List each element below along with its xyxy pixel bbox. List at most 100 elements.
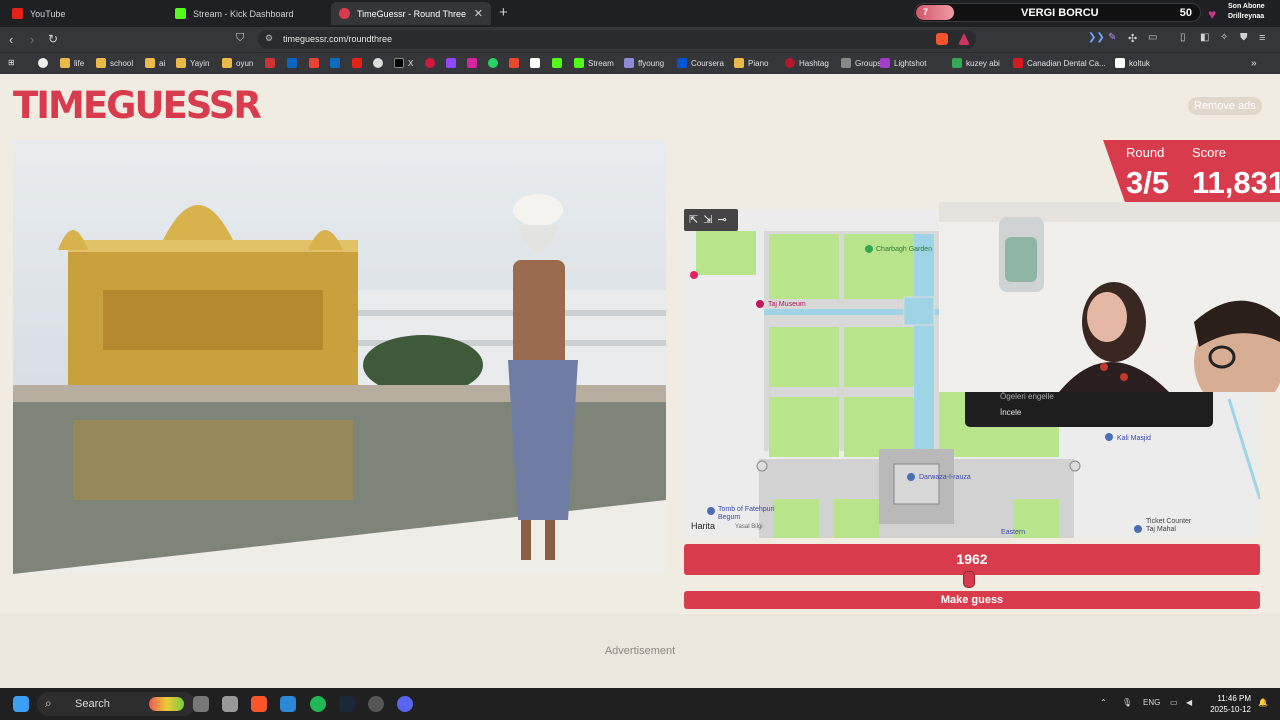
brave-browser-icon[interactable] [251, 696, 267, 712]
tab-youtube[interactable]: YouTube [4, 2, 164, 25]
map-toolbar[interactable]: ⇱ ⇲ ⊸ [684, 209, 738, 231]
bookmark-linkedin[interactable] [287, 58, 297, 68]
context-menu-block-elements[interactable]: Ögeleri engelle [1000, 392, 1054, 401]
bookmark-groups[interactable]: Groups [841, 58, 881, 68]
bookmark-folder-life[interactable]: life [60, 58, 84, 68]
tray-overflow-icon[interactable]: ⌃ [1100, 698, 1107, 707]
bookmark-tumblr[interactable] [509, 58, 519, 68]
steam-icon[interactable] [339, 696, 355, 712]
map-legal-link[interactable]: Yasal Bilgi [735, 524, 763, 530]
expand-map-icon[interactable]: ⇱ [689, 213, 698, 227]
back-icon[interactable]: ‹ [9, 32, 13, 47]
clock-time: 11:46 PM [1217, 694, 1251, 703]
taskbar-clock[interactable]: 11:46 PM 2025-10-12 [1203, 693, 1251, 715]
year-slider-handle[interactable] [963, 571, 976, 588]
context-menu-inspect[interactable]: İncele [1000, 408, 1021, 417]
map-label-ticket-counter-sub[interactable]: Taj Mahal [1146, 526, 1176, 533]
windows-start-icon[interactable] [13, 696, 29, 712]
volume-icon[interactable]: ◀ [1186, 698, 1192, 707]
bookmark-label: Lightshot [894, 58, 927, 68]
wallet-panel-icon[interactable]: ◧ [1200, 32, 1209, 43]
stream-goal-overlay: 7 VERGI BORCU 50 [914, 3, 1201, 22]
new-tab-button[interactable]: + [499, 4, 508, 21]
round-photo [13, 140, 666, 574]
tab-label: TimeGuessr - Round Three [357, 8, 467, 19]
bookmark-label: Canadian Dental Ca... [1027, 58, 1106, 68]
app-icon[interactable] [222, 696, 238, 712]
bookmark-instagram[interactable] [467, 58, 477, 68]
more-bookmarks-icon[interactable]: » [1251, 58, 1257, 69]
leo-ai-icon[interactable]: ✧ [1220, 32, 1228, 43]
map-label-kali-masjid[interactable]: Kali Masjid [1117, 435, 1151, 442]
bookmark-youtube[interactable] [352, 58, 362, 68]
bookmark-red-1[interactable] [425, 58, 435, 68]
bookmark-folder-yayin[interactable]: Yayin [176, 58, 209, 68]
timeguessr-logo[interactable]: TIMEGUESSR [13, 86, 262, 126]
bookmark-amazon[interactable] [530, 58, 540, 68]
vpn-icon[interactable]: ⛊ [1240, 32, 1248, 43]
site-info-icon[interactable]: ⚙ [265, 33, 273, 44]
obs-icon[interactable] [368, 696, 384, 712]
bookmark-folder-ai[interactable]: ai [145, 58, 165, 68]
brave-shields-icon[interactable] [936, 33, 948, 45]
bookmark-stream[interactable]: Stream [574, 58, 614, 68]
apps-icon[interactable]: ⊞ [8, 58, 15, 67]
bookmark-kuzey-abi[interactable]: kuzey abi [952, 58, 1000, 68]
piano-icon [734, 58, 744, 68]
tab-timeguessr[interactable]: TimeGuessr - Round Three ✕ [331, 2, 491, 25]
bookmark-twitch[interactable] [446, 58, 456, 68]
extensions-icon[interactable]: ✣ [1128, 32, 1137, 45]
address-bar[interactable]: ⚙ timeguessr.com/roundthree [258, 30, 976, 49]
task-view-icon[interactable] [193, 696, 209, 712]
remove-ads-button[interactable]: Remove ads [1188, 97, 1262, 115]
bookmark-chrome[interactable] [373, 58, 383, 68]
wallet-icon[interactable]: ❯❯ [1088, 32, 1105, 43]
bookmark-whatsapp[interactable] [488, 58, 498, 68]
pin-map-icon[interactable]: ⊸ [717, 213, 726, 227]
bookmark-ffyoung[interactable]: ffyoung [624, 58, 664, 68]
bookmark-label: Yayin [190, 58, 210, 68]
bookmark-coursera[interactable]: Coursera [677, 58, 724, 68]
spotify-icon[interactable] [310, 696, 326, 712]
bookmark-x[interactable]: X [394, 58, 413, 68]
bookmark-hashtag[interactable]: Hashtag [785, 58, 829, 68]
bookmark-folder-school[interactable]: school [96, 58, 133, 68]
side-panel-icon[interactable]: ▯ [1180, 32, 1186, 43]
advertisement-label: Advertisement [604, 645, 676, 657]
bookmark-kick[interactable] [552, 58, 562, 68]
round-value: 3/5 [1126, 165, 1170, 200]
map-label-charbagh-garden[interactable]: Charbagh Garden [876, 246, 932, 253]
reload-icon[interactable]: ↻ [48, 32, 58, 46]
bookmark-google[interactable] [38, 58, 48, 68]
map-label-tomb[interactable]: Tomb of Fatehpuri Begum [718, 506, 788, 522]
microphone-icon[interactable]: 🎙 [1122, 698, 1132, 707]
map-label-darwaza[interactable]: Darwaza-I-rauza [919, 474, 971, 481]
make-guess-button[interactable]: Make guess [684, 591, 1260, 609]
taskbar-search[interactable]: ⌕ Search [37, 692, 195, 716]
shrink-map-icon[interactable]: ⇲ [703, 213, 712, 227]
bookmark-canadian-dental[interactable]: Canadian Dental Ca... [1013, 58, 1106, 68]
bookmark-folder-oyun[interactable]: oyun [222, 58, 253, 68]
bookmark-piano[interactable]: Piano [734, 58, 768, 68]
bookmark-lightshot[interactable]: Lightshot [880, 58, 926, 68]
bookmark-icon[interactable]: ⛉ [236, 32, 244, 45]
discord-icon[interactable] [397, 696, 413, 712]
subscriber-label: Son Abone [1228, 3, 1265, 10]
notifications-icon[interactable]: 🔔 [1258, 698, 1268, 707]
close-tab-icon[interactable]: ✕ [474, 7, 483, 20]
pen-extension-icon[interactable]: ✎ [1108, 32, 1116, 43]
bookmark-koltuk[interactable]: koltuk [1115, 58, 1150, 68]
bookmark-gmail[interactable] [309, 58, 319, 68]
bookmark-icon-1[interactable] [265, 58, 275, 68]
network-icon[interactable]: ▭ [1170, 698, 1178, 707]
file-explorer-icon[interactable] [280, 696, 296, 712]
map-label-ticket-counter[interactable]: Ticket Counter [1146, 518, 1191, 525]
sidebar-icon[interactable]: ▭ [1148, 32, 1157, 43]
bookmark-outlook[interactable] [330, 58, 340, 68]
map-label-eastern[interactable]: Eastern [1001, 529, 1025, 536]
forward-icon[interactable]: › [30, 32, 34, 47]
language-indicator[interactable]: ENG [1143, 698, 1160, 707]
map-label-taj-museum[interactable]: Taj Museum [768, 301, 806, 308]
menu-icon[interactable]: ≡ [1259, 32, 1265, 44]
tab-kick-dashboard[interactable]: Stream - Kick Dashboard [167, 2, 327, 25]
